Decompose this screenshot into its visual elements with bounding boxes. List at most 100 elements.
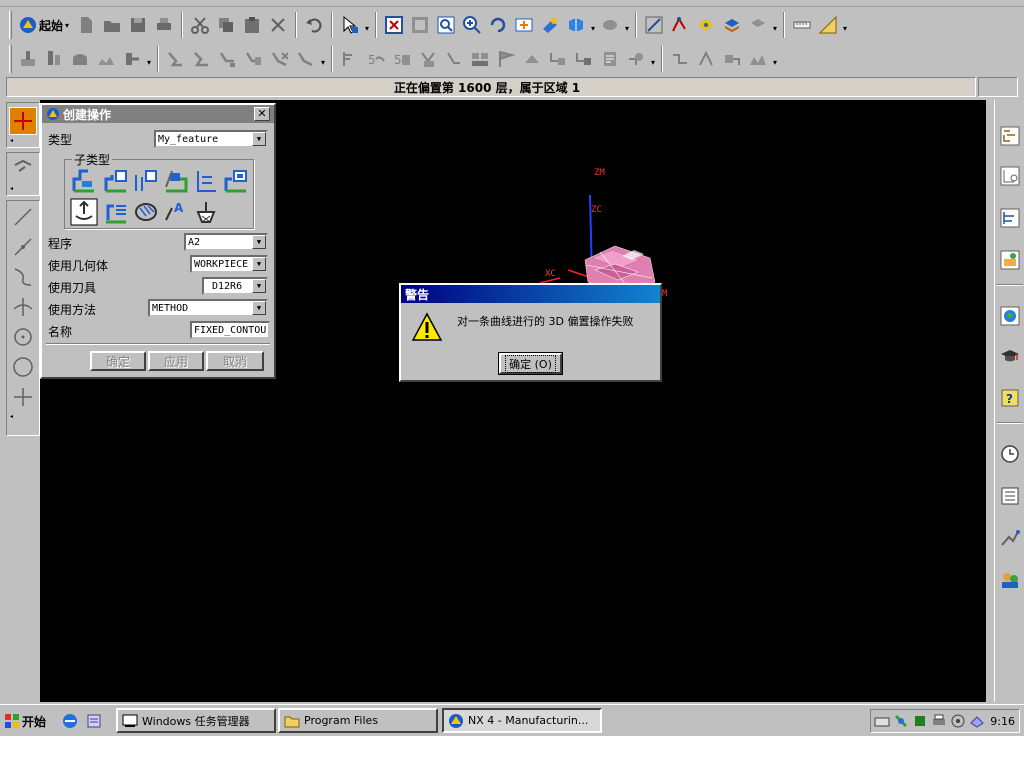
cancel-button[interactable]: 取消 [206,351,264,371]
circle-center-button[interactable] [9,323,37,351]
training-tab[interactable] [996,342,1024,370]
subtype-plunge-button[interactable] [132,167,160,195]
copy-button[interactable] [214,13,238,37]
printer-tray-icon[interactable] [931,713,947,729]
measure-button[interactable] [790,13,814,37]
open-file-button[interactable] [100,13,124,37]
rotate-button[interactable] [486,13,510,37]
subtype-ball-button[interactable] [192,198,220,226]
update-icon[interactable] [969,713,985,729]
apply-button[interactable]: 应用 [148,351,204,371]
name-input[interactable]: FIXED_CONTOU [190,321,270,339]
feed-speed-button[interactable] [442,47,466,71]
circle-button[interactable] [9,353,37,381]
volume-icon[interactable] [950,713,966,729]
browser-quicklaunch-icon[interactable] [62,713,78,729]
feature-teach-button[interactable] [746,47,770,71]
subtype-fixed-contour-button[interactable] [70,198,98,226]
print-button[interactable] [152,13,176,37]
method-select[interactable]: METHOD ▼ [148,299,268,317]
layer-button[interactable] [720,13,744,37]
view-tool-button[interactable] [9,155,37,183]
subtype-flowcut-button[interactable] [102,198,130,226]
render-style-button[interactable] [598,13,622,37]
operation-nav-button[interactable] [546,47,570,71]
subtype-cavity-button[interactable] [102,167,130,195]
method-view-button[interactable] [598,47,622,71]
subtype-corner-button[interactable] [192,167,220,195]
help-tab[interactable]: ? [996,384,1024,412]
type-select[interactable]: My_feature ▼ [154,130,268,148]
subtype-text-button[interactable]: A [162,198,190,226]
replay-toolpath-button[interactable] [190,47,214,71]
chevron-down-icon[interactable]: ▼ [252,132,266,146]
tool-path-gen-button[interactable]: 5 [364,47,388,71]
drill-button[interactable] [42,47,66,71]
turn-button[interactable] [68,47,92,71]
history-tab[interactable] [996,440,1024,468]
spline-button[interactable] [9,263,37,291]
view-orientation-button[interactable] [564,13,588,37]
cut-method-button[interactable] [416,47,440,71]
subtype-streamline-button[interactable] [132,198,160,226]
feature-nav-button[interactable] [668,47,692,71]
part-navigator-tab[interactable] [996,204,1024,232]
pan-button[interactable] [512,13,536,37]
geometry-view-button[interactable] [572,47,596,71]
chevron-down-icon[interactable]: ▼ [252,235,266,249]
subtype-zlevel-button[interactable] [70,167,98,195]
zoom-in-out-button[interactable] [460,13,484,37]
feature-group-button[interactable] [720,47,744,71]
ruler-button[interactable] [816,13,840,37]
start-button[interactable]: 开始 [4,710,46,732]
fit-view-button[interactable] [382,13,406,37]
machine-view-button[interactable] [468,47,492,71]
zoom-button[interactable] [434,13,458,37]
postprocess-button[interactable] [268,47,292,71]
task-task-manager[interactable]: Windows 任务管理器 [116,708,276,733]
subtype-contour-button[interactable] [162,167,190,195]
warning-title-bar[interactable]: 警告 [401,285,660,303]
desktop-quicklaunch-icon[interactable] [86,713,102,729]
task-program-files[interactable]: Program Files [278,708,438,733]
task-nx4[interactable]: NX 4 - Manufacturin... [442,708,602,733]
toolbar-grip[interactable] [9,45,12,73]
start-application-button[interactable]: 起始 ▾ [15,13,73,37]
machine-tool-navigator-tab[interactable] [996,162,1024,190]
shop-doc-button[interactable] [338,47,362,71]
program-view-button[interactable] [120,47,144,71]
chevron-down-icon[interactable]: ▼ [252,301,266,315]
paste-button[interactable] [240,13,264,37]
dialog-title-bar[interactable]: 创建操作 [42,105,274,123]
roles-tab[interactable] [996,566,1024,594]
snap-point-button[interactable] [668,13,692,37]
line-tool-button[interactable] [642,13,666,37]
object-properties-button[interactable] [624,47,648,71]
generate-toolpath-button[interactable] [164,47,188,71]
toolbar-grip[interactable] [9,11,12,39]
save-button[interactable] [126,13,150,37]
new-file-button[interactable] [74,13,98,37]
geometry-select[interactable]: WORKPIECE ▼ [190,255,268,273]
filter-button[interactable] [694,13,718,37]
network-icon[interactable] [912,713,928,729]
undo-button[interactable] [302,13,326,37]
tool-select[interactable]: D12R6 ▼ [202,277,268,295]
web-browser-tab[interactable] [996,302,1024,330]
output-clsf-button[interactable] [294,47,318,71]
selection-button[interactable] [338,13,362,37]
ok-button[interactable]: 确定 [90,351,146,371]
reuse-library-tab[interactable] [996,246,1024,274]
line-point-button[interactable] [9,233,37,261]
tool-list-button[interactable]: 5 [390,47,414,71]
mill-planar-button[interactable] [16,47,40,71]
list-toolpath-button[interactable] [216,47,240,71]
delete-button[interactable] [266,13,290,37]
point-button[interactable] [9,383,37,411]
line-curve-button[interactable] [9,203,37,231]
chevron-down-icon[interactable]: ▼ [252,279,266,293]
process-studio-tab[interactable] [996,524,1024,552]
warning-ok-button[interactable]: 确定 (O) [498,352,563,375]
program-select[interactable]: A2 ▼ [184,233,268,251]
feature-tree-button[interactable] [694,47,718,71]
